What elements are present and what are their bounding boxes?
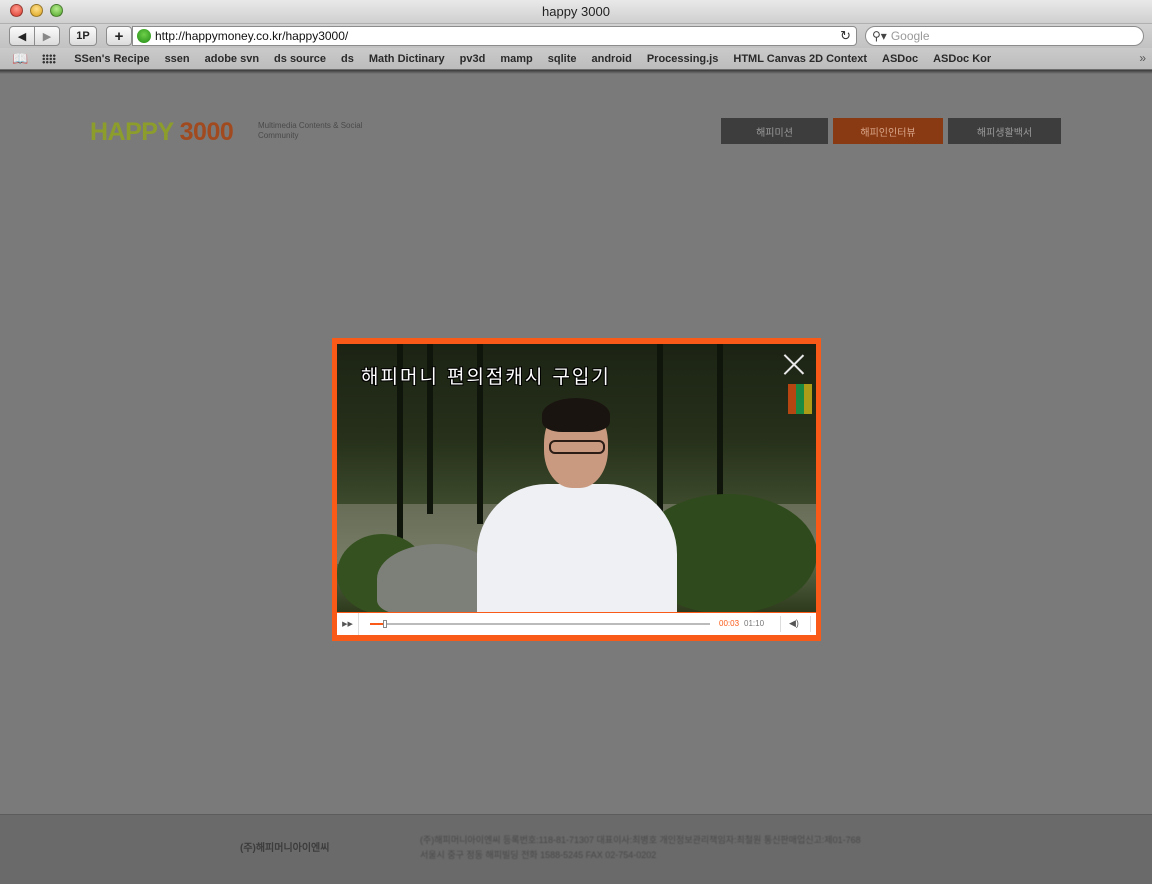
video-modal: 해피머니 편의점캐시 구입기 ▶▶ 00:03 01:10 ◀) [332, 338, 821, 641]
time-total: 01:10 [744, 619, 765, 628]
title-bar: happy 3000 [0, 0, 1152, 24]
left-arrow-icon: ◀ [17, 30, 27, 43]
video-scene-tree [717, 344, 723, 504]
play-icon: ▶▶ [342, 621, 353, 628]
browser-toolbar: ◀ ▶ 1P + http://happymoney.co.kr/happy30… [0, 24, 1152, 48]
nav-happy-life[interactable]: 해피생활백서 [948, 118, 1061, 144]
video-frame[interactable]: 해피머니 편의점캐시 구입기 [337, 344, 816, 612]
bookmark-item[interactable]: HTML Canvas 2D Context [733, 53, 867, 65]
bookmark-item[interactable]: ds [341, 53, 354, 65]
divider [780, 616, 781, 632]
logo-happy: HAPPY [90, 118, 174, 146]
progress-bar[interactable] [370, 620, 710, 628]
address-bar[interactable]: http://happymoney.co.kr/happy3000/ ↻ [132, 26, 857, 46]
bookmark-item[interactable]: pv3d [460, 53, 486, 65]
magnifier-icon[interactable]: ⚲▾ [872, 29, 887, 43]
bookmark-item[interactable]: ASDoc [882, 53, 918, 65]
bookmark-item[interactable]: Processing.js [647, 53, 719, 65]
speaker-icon[interactable]: ◀) [789, 618, 799, 629]
page-footer: (주)해피머니아이엔씨 (주)해피머니아이엔씨 등록번호:118-81-7130… [0, 814, 1152, 884]
nav-happy-mission[interactable]: 해피미션 [721, 118, 828, 144]
footer-info: (주)해피머니아이엔씨 등록번호:118-81-71307 대표이사:최병호 개… [420, 833, 861, 863]
back-button[interactable]: ◀ [9, 26, 35, 46]
window-title: happy 3000 [542, 4, 610, 19]
bookmark-item[interactable]: ds source [274, 53, 326, 65]
site-logo[interactable]: HAPPY 3000 [90, 118, 234, 147]
site-favicon-icon [137, 29, 151, 43]
reload-icon[interactable]: ↻ [840, 28, 851, 44]
right-arrow-icon: ▶ [42, 30, 52, 43]
book-icon[interactable]: 📖 [12, 51, 28, 67]
grid-icon[interactable] [42, 53, 57, 64]
video-person-hair [542, 398, 610, 432]
bookmark-item[interactable]: Math Dictinary [369, 53, 445, 65]
bookmark-item[interactable]: android [591, 53, 631, 65]
one-password-button[interactable]: 1P [69, 26, 97, 46]
search-field[interactable]: ⚲▾ [865, 26, 1144, 46]
logo-3000: 3000 [179, 118, 234, 146]
video-subtitle: 해피머니 편의점캐시 구입기 [361, 366, 611, 388]
add-bookmark-button[interactable]: + [106, 26, 132, 46]
bookmark-item[interactable]: ssen [165, 53, 190, 65]
nav-happy-interview[interactable]: 해피인인터뷰 [833, 118, 943, 144]
divider [810, 616, 811, 632]
player-controls: ▶▶ 00:03 01:10 ◀) [337, 613, 816, 635]
bookmark-item[interactable]: ASDoc Kor [933, 53, 991, 65]
progress-knob[interactable] [382, 620, 387, 628]
bookmark-item[interactable]: mamp [500, 53, 532, 65]
bookmark-item[interactable]: adobe svn [205, 53, 259, 65]
video-person-glasses [549, 440, 605, 454]
footer-line: 서울시 중구 정동 해피빌딩 전화 1588-5245 FAX 02-754-0… [420, 850, 657, 860]
forward-button[interactable]: ▶ [34, 26, 60, 46]
video-scene-window [788, 384, 812, 414]
bookmarks-bar: 📖 SSen's Recipe ssen adobe svn ds source… [0, 48, 1152, 70]
footer-line: (주)해피머니아이엔씨 등록번호:118-81-71307 대표이사:최병호 개… [420, 835, 861, 845]
chevron-double-right-icon[interactable]: » [1139, 51, 1146, 65]
bookmark-item[interactable]: SSen's Recipe [74, 53, 149, 65]
footer-brand: (주)해피머니아이엔씨 [240, 843, 330, 854]
logo-tagline: Multimedia Contents & Social Community [258, 121, 363, 140]
time-current: 00:03 [719, 619, 740, 628]
search-input[interactable] [890, 29, 1121, 43]
bookmark-item[interactable]: sqlite [548, 53, 577, 65]
play-button[interactable]: ▶▶ [337, 613, 359, 635]
close-icon[interactable] [784, 354, 804, 374]
video-person-body [477, 484, 677, 612]
url-text[interactable]: http://happymoney.co.kr/happy3000/ [155, 29, 348, 43]
